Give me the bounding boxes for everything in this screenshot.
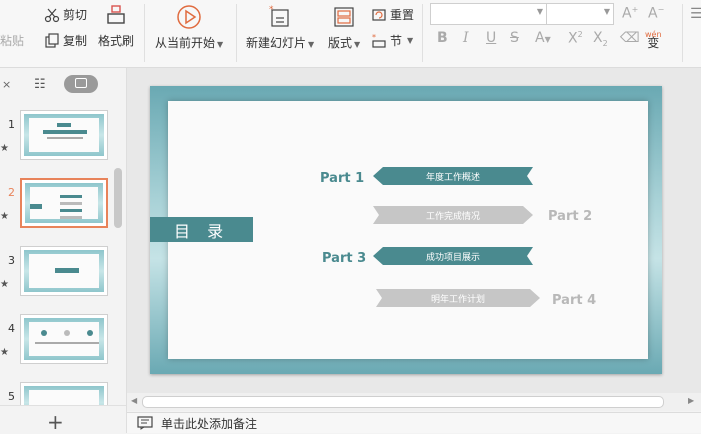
chevron-down-icon: ▼ (603, 7, 610, 16)
play-icon (177, 5, 201, 29)
svg-text:*: * (269, 5, 274, 15)
copy-icon (45, 32, 59, 48)
agenda-item-2: 工作完成情况 (373, 206, 533, 224)
slide-number: 1 (8, 118, 15, 131)
section-label: 节 (390, 34, 403, 48)
agenda-item-3-text: 成功项目展示 (425, 252, 480, 263)
play-from-current-button[interactable]: 从当前开始 ▼ (155, 4, 223, 51)
chevron-down-icon: ▼ (354, 40, 361, 49)
slide-thumbnail-3[interactable] (20, 246, 108, 296)
cut-label: 剪切 (63, 8, 88, 22)
slide-thumbnail-1[interactable] (20, 110, 108, 160)
chevron-down-icon: ▼ (308, 40, 315, 49)
eraser-icon[interactable]: ⌫ (620, 30, 640, 46)
part-2-label: Part 2 (548, 209, 593, 224)
animation-star-icon: ★ (0, 347, 9, 358)
slide-title: 目 录 (150, 217, 253, 242)
slide-number: 3 (8, 254, 15, 267)
font-size-select[interactable]: ▼ (546, 3, 614, 25)
paste-button[interactable]: 粘贴 (0, 8, 24, 49)
scroll-right-icon[interactable]: ▶ (688, 396, 694, 405)
notes-placeholder: 单击此处添加备注 (161, 416, 258, 431)
strikethrough-icon[interactable]: S (510, 30, 519, 46)
scroll-left-icon[interactable]: ◀ (131, 396, 137, 405)
format-painter-button[interactable]: 格式刷 (98, 4, 134, 49)
subscript-icon[interactable]: X2 (593, 30, 608, 48)
agenda-item-2-text: 工作完成情况 (425, 211, 480, 222)
horizontal-scrollbar[interactable] (142, 396, 664, 408)
copy-button[interactable]: 复制 (44, 32, 87, 49)
scissors-icon (44, 8, 60, 22)
animation-star-icon: ★ (0, 211, 9, 222)
font-color-icon[interactable]: A▼ (535, 30, 551, 46)
notes-icon (137, 416, 153, 430)
bian-label: 变 (647, 36, 660, 50)
chevron-down-icon: ▼ (536, 7, 543, 16)
font-name-select[interactable]: ▼ (430, 3, 547, 25)
slide-view-icon (75, 78, 87, 88)
slides-view-toggle[interactable] (64, 75, 98, 93)
cut-button[interactable]: 剪切 (44, 6, 87, 23)
outline-view-icon[interactable]: ☷ (34, 77, 46, 92)
reset-label: 重置 (390, 8, 415, 22)
ribbon-divider (422, 4, 423, 62)
chevron-down-icon: ▼ (407, 36, 414, 45)
pinyin-button[interactable]: wén 变 (645, 30, 662, 50)
part-4-label: Part 4 (552, 293, 597, 308)
format-painter-label: 格式刷 (98, 34, 135, 48)
reset-icon (372, 8, 386, 21)
agenda-item-4-text: 明年工作计划 (430, 294, 485, 305)
layout-button[interactable]: 版式 ▼ (328, 4, 360, 51)
underline-icon[interactable]: U (486, 30, 496, 46)
list-icon[interactable]: ☰ (690, 6, 701, 22)
bold-icon[interactable]: B (437, 30, 448, 46)
superscript-icon[interactable]: X2 (568, 30, 583, 47)
ribbon-divider (682, 4, 683, 62)
ribbon-divider (236, 4, 237, 62)
slide-editor: Part 1 年度工作概述 工作完成情况 Part 2 Part 3 成功项目展… (127, 68, 701, 398)
paste-label: 粘贴 (0, 34, 25, 48)
ribbon-toolbar: 粘贴 剪切 复制 格式刷 从当前开始 ▼ * 新建幻灯片 ▼ 版式 ▼ 重置 * 节 ▼… (0, 0, 701, 68)
slide-number: 5 (8, 390, 15, 403)
new-slide-label: 新建幻灯片 (246, 36, 307, 50)
section-button[interactable]: * 节 ▼ (371, 32, 413, 49)
thumbnail-scrollbar[interactable] (114, 168, 122, 228)
agenda-item-4: 明年工作计划 (376, 289, 540, 307)
layout-icon (334, 7, 354, 27)
agenda-item-1-text: 年度工作概述 (425, 172, 480, 183)
copy-label: 复制 (63, 34, 88, 48)
notes-bar[interactable]: 单击此处添加备注 (127, 412, 701, 433)
add-slide-icon[interactable]: + (47, 410, 64, 434)
agenda-item-1: 年度工作概述 (373, 167, 533, 185)
new-slide-icon: * (269, 5, 289, 27)
slide-thumbnail-panel: × ☷ 1 ★ 2 ★ 3 ★ 4 ★ 5 (0, 68, 127, 433)
animation-star-icon: ★ (0, 279, 9, 290)
increase-font-icon[interactable]: A+ (622, 5, 638, 22)
section-icon: * (372, 33, 386, 48)
svg-text:*: * (372, 33, 376, 42)
decrease-font-icon[interactable]: A− (648, 5, 664, 22)
italic-icon[interactable]: I (463, 30, 469, 46)
close-panel-icon[interactable]: × (2, 78, 11, 91)
agenda-item-3: 成功项目展示 (373, 247, 533, 265)
slide-thumbnail-4[interactable] (20, 314, 108, 364)
reset-button[interactable]: 重置 (371, 6, 414, 23)
new-slide-button[interactable]: * 新建幻灯片 ▼ (246, 4, 314, 51)
animation-star-icon: ★ (0, 143, 9, 154)
slide-number: 4 (8, 322, 15, 335)
slide-canvas[interactable]: Part 1 年度工作概述 工作完成情况 Part 2 Part 3 成功项目展… (150, 86, 662, 374)
ribbon-divider (144, 4, 145, 62)
part-3-label: Part 3 (322, 251, 367, 266)
layout-label: 版式 (328, 36, 353, 50)
slide-thumbnail-2[interactable] (20, 178, 108, 228)
from-current-label: 从当前开始 (155, 36, 216, 50)
chevron-down-icon: ▼ (217, 40, 224, 49)
part-1-label: Part 1 (320, 171, 365, 186)
format-painter-icon (107, 5, 125, 24)
slide-number: 2 (8, 186, 15, 199)
